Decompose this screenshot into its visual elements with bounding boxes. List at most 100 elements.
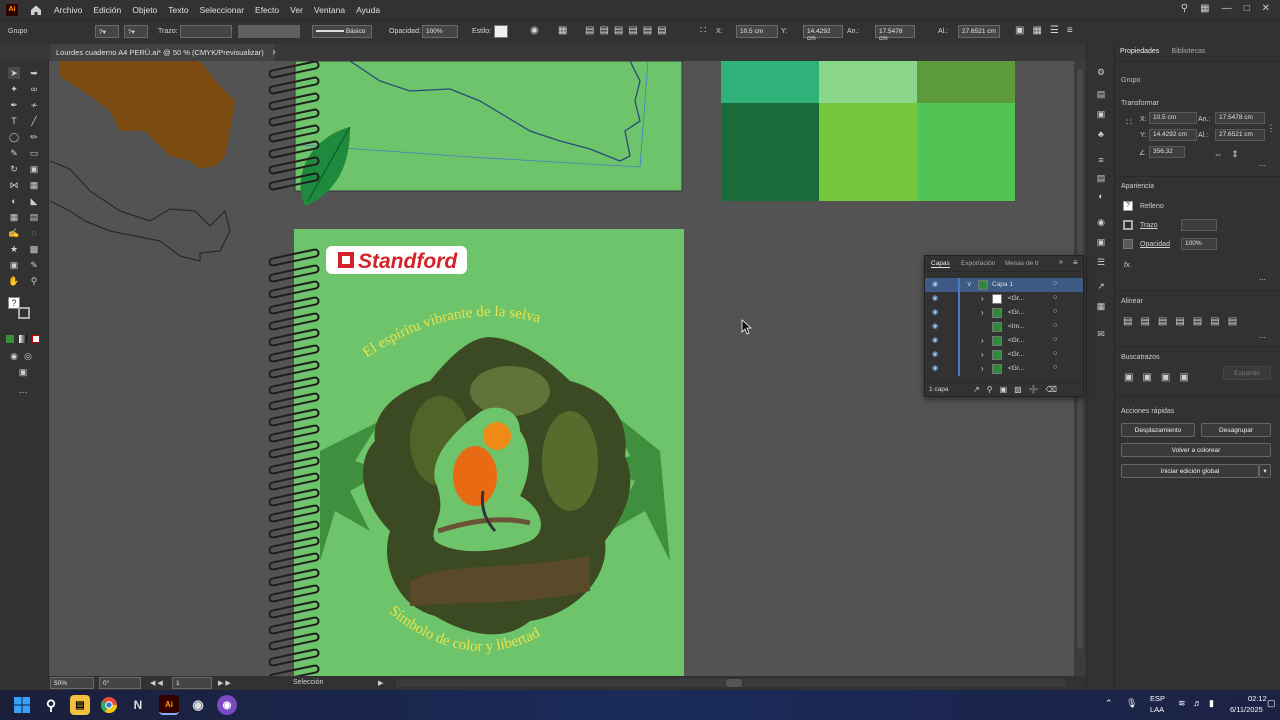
- eyedropper-icon[interactable]: ✍: [8, 227, 20, 239]
- volume-icon[interactable]: ♬: [1193, 698, 1202, 708]
- appearance-panel-icon[interactable]: ◉: [1095, 216, 1107, 228]
- arrange-icon[interactable]: ▦: [1200, 3, 1209, 14]
- target-circle-icon[interactable]: ○: [1053, 280, 1057, 287]
- transparency-panel-icon[interactable]: ◐: [1095, 190, 1107, 202]
- canvas-area[interactable]: Standford El espíritu vibrante de la sel…: [50, 61, 1074, 676]
- type-tool-icon[interactable]: T: [8, 115, 20, 127]
- menu-ayuda[interactable]: Ayuda: [356, 5, 380, 15]
- horizontal-scrollbar[interactable]: [396, 679, 1066, 687]
- flip-vertical-icon[interactable]: ⇕: [1229, 148, 1241, 160]
- opacity-field[interactable]: 100%: [422, 25, 458, 38]
- properties-panel-icon[interactable]: ⚙: [1095, 66, 1107, 78]
- target-circle-icon[interactable]: ○: [1053, 350, 1057, 357]
- none-mode-icon[interactable]: [32, 335, 40, 343]
- magic-wand-icon[interactable]: ✦: [8, 83, 20, 95]
- layer-row[interactable]: ◉ › <Gr... ○: [925, 292, 1083, 306]
- draw-inside-icon[interactable]: ◎: [22, 350, 34, 362]
- symbol-sprayer-icon[interactable]: ★: [8, 243, 20, 255]
- obs-icon[interactable]: ◉: [188, 695, 208, 715]
- menu-seleccionar[interactable]: Seleccionar: [200, 5, 244, 15]
- stroke-label[interactable]: Trazo: [1140, 222, 1158, 229]
- menu-archivo[interactable]: Archivo: [54, 5, 82, 15]
- layers-panel-icon[interactable]: ☰: [1095, 256, 1107, 268]
- input-language[interactable]: ESP: [1150, 694, 1165, 703]
- align-buttons[interactable]: ▤▤▤▤▤▤▤: [1123, 316, 1245, 327]
- clock-date[interactable]: 6/11/2025: [1230, 705, 1263, 714]
- close-icon[interactable]: ✕: [1262, 3, 1270, 14]
- constrain-proportions-icon[interactable]: ⋮: [1265, 122, 1277, 134]
- tab-layers[interactable]: Capas: [931, 260, 950, 268]
- visibility-eye-icon[interactable]: ◉: [932, 322, 938, 330]
- gradient-tool-icon[interactable]: ▤: [28, 211, 40, 223]
- stroke-weight-field[interactable]: [180, 25, 232, 38]
- direct-selection-tool-icon[interactable]: ➥: [28, 67, 40, 79]
- panel-menu-icon[interactable]: ≡: [1073, 258, 1078, 267]
- flip-horizontal-icon[interactable]: ⇔: [1212, 148, 1224, 160]
- chrome-icon[interactable]: [99, 695, 119, 715]
- visibility-eye-icon[interactable]: ◉: [932, 364, 938, 372]
- maximize-icon[interactable]: □: [1244, 3, 1250, 14]
- h-field[interactable]: 27.6521 cm: [958, 25, 1000, 38]
- layer-row[interactable]: ◉ › <Gr... ○: [925, 362, 1083, 376]
- close-tab-icon[interactable]: ✕: [272, 48, 275, 57]
- gradient-mode-icon[interactable]: [19, 335, 27, 343]
- appearance-more-icon[interactable]: ⋯: [1259, 276, 1266, 284]
- transform-reference-icon[interactable]: ∷: [700, 25, 706, 36]
- rotation-field[interactable]: 0°: [99, 677, 141, 689]
- menu-efecto[interactable]: Efecto: [255, 5, 279, 15]
- more-tools-icon[interactable]: ⋯: [17, 386, 29, 398]
- target-circle-icon[interactable]: ○: [1053, 294, 1057, 301]
- offset-path-button[interactable]: Desplazamiento: [1121, 423, 1195, 437]
- scale-tool-icon[interactable]: ▣: [28, 163, 40, 175]
- paintbrush-icon[interactable]: ✏: [28, 131, 40, 143]
- align-more-icon[interactable]: ⋯: [1259, 334, 1266, 342]
- eraser-icon[interactable]: ▭: [28, 147, 40, 159]
- recolor-button[interactable]: Volver a colorear: [1121, 443, 1271, 457]
- menu-texto[interactable]: Texto: [168, 5, 188, 15]
- variable-width-profile[interactable]: [238, 25, 300, 38]
- props-w-field[interactable]: 17.5478 cm: [1215, 112, 1265, 124]
- hand-tool-icon[interactable]: ✋: [8, 275, 20, 287]
- selection-tool-icon[interactable]: ➤: [8, 67, 20, 79]
- ungroup-button[interactable]: Desagrupar: [1201, 423, 1271, 437]
- layer-row-capa-1[interactable]: ◉ ˅ Capa 1 ○: [925, 278, 1083, 292]
- recolor-icon[interactable]: ◉: [530, 25, 539, 36]
- notion-icon[interactable]: N: [128, 695, 148, 715]
- live-paint-icon[interactable]: ◣: [28, 195, 40, 207]
- color-mode-icon[interactable]: [6, 335, 14, 343]
- artboard-number-field[interactable]: 1: [172, 677, 212, 689]
- expand-chevron-icon[interactable]: ›: [981, 350, 984, 359]
- graphic-styles-icon[interactable]: ▣: [1095, 236, 1107, 248]
- tab-libraries[interactable]: Bibliotecas: [1167, 44, 1211, 59]
- document-tab[interactable]: Lourdes cuaderno A4 PERÚ.ai* @ 50 % (CMY…: [50, 44, 275, 61]
- expand-chevron-icon[interactable]: ›: [981, 294, 984, 303]
- layer-row[interactable]: ◉ › <Gr... ○: [925, 306, 1083, 320]
- horizontal-scroll-thumb[interactable]: [726, 679, 742, 687]
- blend-tool-icon[interactable]: ◌: [28, 227, 40, 239]
- layer-row[interactable]: ◉ <Im... ○: [925, 320, 1083, 334]
- artboard-tool-icon[interactable]: ▣: [8, 259, 20, 271]
- free-transform-icon[interactable]: ▦: [28, 179, 40, 191]
- global-edit-dropdown[interactable]: ▾: [1259, 464, 1271, 478]
- battery-icon[interactable]: ▮: [1209, 698, 1214, 709]
- visibility-eye-icon[interactable]: ◉: [932, 350, 938, 358]
- graph-tool-icon[interactable]: ▩: [28, 243, 40, 255]
- fx-button[interactable]: fx.: [1124, 262, 1131, 269]
- width-tool-icon[interactable]: ⋈: [8, 179, 20, 191]
- target-circle-icon[interactable]: ○: [1053, 336, 1057, 343]
- home-icon[interactable]: [30, 4, 42, 16]
- line-tool-icon[interactable]: ╱: [28, 115, 40, 127]
- expand-panel-icon[interactable]: »: [1059, 259, 1063, 266]
- slice-tool-icon[interactable]: ✎: [28, 259, 40, 271]
- expand-chevron-icon[interactable]: ›: [981, 308, 984, 317]
- clock-time[interactable]: 02:12: [1248, 694, 1267, 703]
- curvature-tool-icon[interactable]: ≁: [28, 99, 40, 111]
- stroke-color-icon[interactable]: [18, 307, 30, 319]
- menu-edición[interactable]: Edición: [93, 5, 121, 15]
- file-explorer-icon[interactable]: ▤: [70, 695, 90, 715]
- graphic-style-swatch[interactable]: [494, 25, 508, 38]
- y-field[interactable]: 14.4292 cm: [803, 25, 843, 42]
- visibility-eye-icon[interactable]: ◉: [932, 280, 938, 288]
- shape-builder-icon[interactable]: ◐: [8, 195, 20, 207]
- screen-mode-icon[interactable]: ▣: [17, 366, 29, 378]
